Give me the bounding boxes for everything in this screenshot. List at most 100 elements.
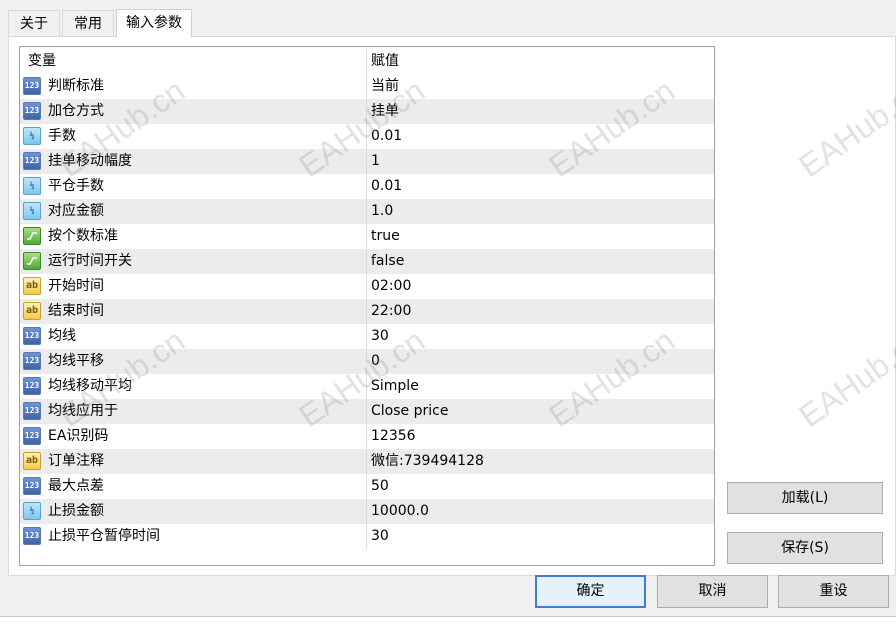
tab-about[interactable]: 关于: [8, 10, 60, 36]
table-row[interactable]: ½ 止损金额 10000.0: [20, 499, 714, 524]
table-row[interactable]: 按个数标准 true: [20, 224, 714, 249]
double-type-icon: ½: [23, 502, 41, 520]
value-cell[interactable]: true: [371, 224, 711, 249]
string-type-icon: ab: [23, 277, 41, 295]
variable-cell: 123 挂单移动幅度: [20, 149, 367, 174]
variable-name: 止损平仓暂停时间: [48, 528, 160, 544]
double-type-icon: ½: [23, 177, 41, 195]
variable-name: 挂单移动幅度: [48, 153, 132, 169]
table-header: 变量 赋值: [20, 49, 714, 74]
table-row[interactable]: 123 EA识别码 12356: [20, 424, 714, 449]
int-type-icon: 123: [23, 477, 41, 495]
tab-inputs[interactable]: 输入参数: [116, 9, 192, 37]
table-row[interactable]: ab 开始时间 02:00: [20, 274, 714, 299]
value-cell[interactable]: 微信:739494128: [371, 449, 711, 474]
value-cell[interactable]: 挂单: [371, 99, 711, 124]
variable-name: 加仓方式: [48, 103, 104, 119]
value-cell[interactable]: 02:00: [371, 274, 711, 299]
table-row[interactable]: ½ 手数 0.01: [20, 124, 714, 149]
variable-cell: 123 均线: [20, 324, 367, 349]
value-cell[interactable]: 1: [371, 149, 711, 174]
variable-cell: 123 最大点差: [20, 474, 367, 499]
variable-cell: ab 开始时间: [20, 274, 367, 299]
value-cell[interactable]: 1.0: [371, 199, 711, 224]
variable-cell: 按个数标准: [20, 224, 367, 249]
int-type-icon: 123: [23, 527, 41, 545]
toggle-type-icon: [23, 227, 41, 245]
variable-name: 运行时间开关: [48, 253, 132, 269]
table-row[interactable]: ab 结束时间 22:00: [20, 299, 714, 324]
column-header-variable[interactable]: 变量: [20, 49, 367, 74]
column-header-value[interactable]: 赋值: [366, 49, 706, 74]
value-cell[interactable]: 10000.0: [371, 499, 711, 524]
value-cell[interactable]: 50: [371, 474, 711, 499]
variable-cell: ½ 对应金额: [20, 199, 367, 224]
value-cell[interactable]: Simple: [371, 374, 711, 399]
table-row[interactable]: ab 订单注释 微信:739494128: [20, 449, 714, 474]
table-row[interactable]: 123 均线移动平均 Simple: [20, 374, 714, 399]
parameters-table[interactable]: 变量 赋值 123 判断标准 当前 123 加仓方式 挂单 ½ 手数 0.01 123 挂单移动幅度…: [19, 46, 715, 566]
reset-button[interactable]: 重设: [778, 575, 889, 608]
value-cell[interactable]: 30: [371, 524, 711, 549]
variable-name: EA识别码: [48, 428, 109, 444]
variable-cell: 123 判断标准: [20, 74, 367, 99]
variable-name: 订单注释: [48, 453, 104, 469]
value-cell[interactable]: 当前: [371, 74, 711, 99]
int-type-icon: 123: [23, 327, 41, 345]
load-button[interactable]: 加载(L): [727, 482, 883, 514]
variable-name: 手数: [48, 128, 76, 144]
value-cell[interactable]: 0.01: [371, 124, 711, 149]
variable-name: 均线平移: [48, 353, 104, 369]
variable-name: 开始时间: [48, 278, 104, 294]
variable-name: 结束时间: [48, 303, 104, 319]
table-row[interactable]: 123 均线平移 0: [20, 349, 714, 374]
save-button[interactable]: 保存(S): [727, 532, 883, 564]
variable-cell: ab 结束时间: [20, 299, 367, 324]
variable-name: 最大点差: [48, 478, 104, 494]
variable-cell: 123 均线应用于: [20, 399, 367, 424]
ok-button[interactable]: 确定: [535, 575, 646, 608]
table-row[interactable]: ½ 对应金额 1.0: [20, 199, 714, 224]
value-cell[interactable]: 30: [371, 324, 711, 349]
variable-cell: 123 止损平仓暂停时间: [20, 524, 367, 549]
variable-cell: ½ 手数: [20, 124, 367, 149]
variable-cell: ab 订单注释: [20, 449, 367, 474]
variable-name: 平仓手数: [48, 178, 104, 194]
table-row[interactable]: 123 止损平仓暂停时间 30: [20, 524, 714, 549]
cancel-button[interactable]: 取消: [657, 575, 768, 608]
variable-cell: 123 均线平移: [20, 349, 367, 374]
double-type-icon: ½: [23, 127, 41, 145]
value-cell[interactable]: 22:00: [371, 299, 711, 324]
variable-cell: 运行时间开关: [20, 249, 367, 274]
string-type-icon: ab: [23, 452, 41, 470]
value-cell[interactable]: 0.01: [371, 174, 711, 199]
variable-name: 均线: [48, 328, 76, 344]
table-row[interactable]: 123 挂单移动幅度 1: [20, 149, 714, 174]
table-row[interactable]: 运行时间开关 false: [20, 249, 714, 274]
value-cell[interactable]: 0: [371, 349, 711, 374]
table-row[interactable]: 123 判断标准 当前: [20, 74, 714, 99]
string-type-icon: ab: [23, 302, 41, 320]
int-type-icon: 123: [23, 352, 41, 370]
variable-name: 对应金额: [48, 203, 104, 219]
double-type-icon: ½: [23, 202, 41, 220]
value-cell[interactable]: 12356: [371, 424, 711, 449]
variable-cell: ½ 止损金额: [20, 499, 367, 524]
tab-common[interactable]: 常用: [62, 10, 114, 36]
variable-name: 按个数标准: [48, 228, 118, 244]
value-cell[interactable]: false: [371, 249, 711, 274]
table-row[interactable]: 123 加仓方式 挂单: [20, 99, 714, 124]
variable-cell: 123 EA识别码: [20, 424, 367, 449]
value-cell[interactable]: Close price: [371, 399, 711, 424]
table-row[interactable]: 123 均线应用于 Close price: [20, 399, 714, 424]
table-row[interactable]: 123 均线 30: [20, 324, 714, 349]
table-row[interactable]: ½ 平仓手数 0.01: [20, 174, 714, 199]
variable-cell: 123 均线移动平均: [20, 374, 367, 399]
variable-cell: 123 加仓方式: [20, 99, 367, 124]
table-row[interactable]: 123 最大点差 50: [20, 474, 714, 499]
int-type-icon: 123: [23, 402, 41, 420]
int-type-icon: 123: [23, 377, 41, 395]
variable-name: 均线应用于: [48, 403, 118, 419]
variable-name: 均线移动平均: [48, 378, 132, 394]
variable-name: 止损金额: [48, 503, 104, 519]
